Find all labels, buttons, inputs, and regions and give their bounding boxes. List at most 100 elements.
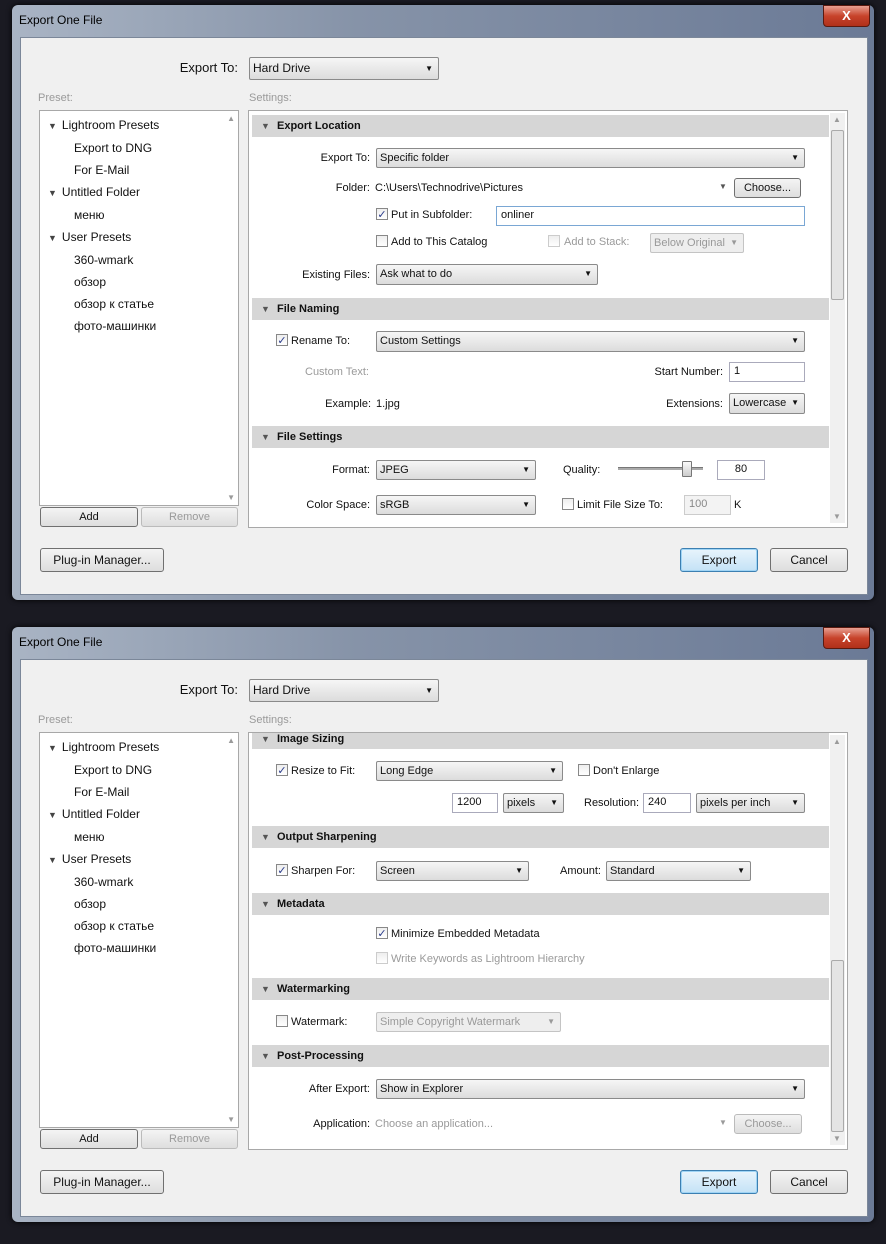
chevron-down-icon: ▼ xyxy=(791,1084,799,1093)
preset-item[interactable]: обзор xyxy=(48,893,159,915)
section-watermarking[interactable]: ▼ Watermarking xyxy=(252,978,829,1000)
sharpen-for-dropdown[interactable]: Screen ▼ xyxy=(376,861,529,881)
rename-checkbox[interactable]: ✓ xyxy=(276,334,288,347)
dropdown-value: Standard xyxy=(610,865,655,877)
preset-folder[interactable]: ▼ User Presets xyxy=(48,226,159,249)
scrollbar-thumb[interactable] xyxy=(831,960,844,1132)
limit-file-size-checkbox[interactable] xyxy=(562,498,574,510)
format-dropdown[interactable]: JPEG ▼ xyxy=(376,460,536,480)
section-image-sizing[interactable]: ▼ Image Sizing xyxy=(252,733,829,749)
add-preset-button[interactable]: Add xyxy=(40,507,138,527)
watermark-dropdown[interactable]: Simple Copyright Watermark ▼ xyxy=(376,1012,561,1032)
settings-scrollbar[interactable]: ▲ ▼ xyxy=(830,735,845,1145)
quality-input[interactable]: 80 xyxy=(717,460,765,480)
resize-to-fit-dropdown[interactable]: Long Edge ▼ xyxy=(376,761,563,781)
add-to-catalog-checkbox[interactable] xyxy=(376,235,388,247)
after-export-dropdown[interactable]: Show in Explorer ▼ xyxy=(376,1079,805,1099)
sharpen-for-checkbox[interactable]: ✓ xyxy=(276,864,288,877)
quality-slider-thumb[interactable] xyxy=(682,461,692,477)
remove-preset-button[interactable]: Remove xyxy=(141,507,238,527)
choose-folder-button[interactable]: Choose... xyxy=(734,178,801,198)
close-button[interactable]: X xyxy=(823,5,870,27)
folder-path: C:\Users\Technodrive\Pictures xyxy=(375,182,523,194)
preset-item[interactable]: Export to DNG xyxy=(48,759,159,781)
scroll-down-icon[interactable]: ▼ xyxy=(833,512,841,521)
settings-scrollbar[interactable]: ▲ ▼ xyxy=(830,113,845,523)
add-to-stack-dropdown[interactable]: Below Original ▼ xyxy=(650,233,744,253)
resolution-input[interactable]: 240 xyxy=(643,793,691,813)
add-to-stack-checkbox[interactable] xyxy=(548,235,560,247)
dont-enlarge-checkbox[interactable] xyxy=(578,764,590,776)
section-post-processing[interactable]: ▼ Post-Processing xyxy=(252,1045,829,1067)
preset-item[interactable]: фото-машинки xyxy=(48,315,159,337)
preset-list[interactable]: ▼ Lightroom Presets Export to DNG For E-M… xyxy=(39,732,239,1128)
plugin-manager-button[interactable]: Plug-in Manager... xyxy=(40,548,164,572)
add-preset-button[interactable]: Add xyxy=(40,1129,138,1149)
watermark-checkbox[interactable] xyxy=(276,1015,288,1027)
remove-preset-button[interactable]: Remove xyxy=(141,1129,238,1149)
preset-folder[interactable]: ▼ User Presets xyxy=(48,848,159,871)
amount-dropdown[interactable]: Standard ▼ xyxy=(606,861,751,881)
scroll-down-icon[interactable]: ▼ xyxy=(833,1134,841,1143)
application-field[interactable]: Choose an application... xyxy=(375,1117,493,1131)
export-location-label: Export To: xyxy=(320,152,370,164)
extensions-dropdown[interactable]: Lowercase ▼ xyxy=(729,393,805,414)
color-space-dropdown[interactable]: sRGB ▼ xyxy=(376,495,536,515)
preset-folder[interactable]: ▼ Lightroom Presets xyxy=(48,736,159,759)
existing-files-dropdown[interactable]: Ask what to do ▼ xyxy=(376,264,598,285)
size-unit-dropdown[interactable]: pixels ▼ xyxy=(503,793,564,813)
preset-folder[interactable]: ▼ Lightroom Presets xyxy=(48,114,159,137)
preset-item[interactable]: Export to DNG xyxy=(48,137,159,159)
resize-to-fit-checkbox[interactable]: ✓ xyxy=(276,764,288,777)
quality-slider[interactable] xyxy=(618,461,703,477)
choose-application-button[interactable]: Choose... xyxy=(734,1114,802,1134)
scroll-down-icon[interactable]: ▼ xyxy=(227,1115,235,1124)
size-input[interactable]: 1200 xyxy=(452,793,498,813)
section-file-naming[interactable]: ▼ File Naming xyxy=(252,298,829,320)
limit-file-size-input[interactable]: 100 xyxy=(684,495,731,515)
scroll-up-icon[interactable]: ▲ xyxy=(227,736,235,745)
preset-item[interactable]: For E-Mail xyxy=(48,159,159,181)
section-file-settings[interactable]: ▼ File Settings xyxy=(252,426,829,448)
export-button[interactable]: Export xyxy=(680,548,758,572)
rename-dropdown[interactable]: Custom Settings ▼ xyxy=(376,331,805,352)
preset-folder[interactable]: ▼ Untitled Folder xyxy=(48,803,159,826)
export-location-dropdown[interactable]: Specific folder ▼ xyxy=(376,148,805,168)
preset-list[interactable]: ▼ Lightroom Presets Export to DNG For E-M… xyxy=(39,110,239,506)
scroll-up-icon[interactable]: ▲ xyxy=(833,115,841,124)
cancel-button[interactable]: Cancel xyxy=(770,1170,848,1194)
preset-item[interactable]: For E-Mail xyxy=(48,781,159,803)
scroll-up-icon[interactable]: ▲ xyxy=(833,737,841,746)
minimize-metadata-checkbox[interactable]: ✓ xyxy=(376,927,388,940)
section-output-sharpening[interactable]: ▼ Output Sharpening xyxy=(252,826,829,848)
scroll-down-icon[interactable]: ▼ xyxy=(227,493,235,502)
plugin-manager-button[interactable]: Plug-in Manager... xyxy=(40,1170,164,1194)
export-to-dropdown[interactable]: Hard Drive ▼ xyxy=(249,57,439,80)
section-metadata[interactable]: ▼ Metadata xyxy=(252,893,829,915)
close-button[interactable]: X xyxy=(823,627,870,649)
preset-item[interactable]: фото-машинки xyxy=(48,937,159,959)
preset-item[interactable]: 360-wmark xyxy=(48,249,159,271)
preset-item[interactable]: меню xyxy=(48,204,159,226)
resolution-unit-dropdown[interactable]: pixels per inch ▼ xyxy=(696,793,805,813)
scrollbar-thumb[interactable] xyxy=(831,130,844,300)
subfolder-input[interactable]: onliner xyxy=(496,206,805,226)
preset-item[interactable]: 360-wmark xyxy=(48,871,159,893)
preset-item[interactable]: обзор к статье xyxy=(48,293,159,315)
write-keywords-checkbox[interactable] xyxy=(376,952,388,964)
preset-item[interactable]: меню xyxy=(48,826,159,848)
preset-item[interactable]: обзор к статье xyxy=(48,915,159,937)
application-chevron-icon[interactable]: ▼ xyxy=(719,1118,727,1127)
preset-item[interactable]: обзор xyxy=(48,271,159,293)
section-export-location[interactable]: ▼ Export Location xyxy=(252,115,829,137)
cancel-button[interactable]: Cancel xyxy=(770,548,848,572)
scroll-up-icon[interactable]: ▲ xyxy=(227,114,235,123)
preset-folder[interactable]: ▼ Untitled Folder xyxy=(48,181,159,204)
folder-history-chevron-icon[interactable]: ▼ xyxy=(719,182,727,191)
export-button[interactable]: Export xyxy=(680,1170,758,1194)
put-in-subfolder-checkbox[interactable]: ✓ xyxy=(376,208,388,221)
rename-label: Rename To: xyxy=(291,335,351,347)
export-to-dropdown[interactable]: Hard Drive ▼ xyxy=(249,679,439,702)
extensions-label: Extensions: xyxy=(666,398,723,410)
start-number-input[interactable]: 1 xyxy=(729,362,805,382)
